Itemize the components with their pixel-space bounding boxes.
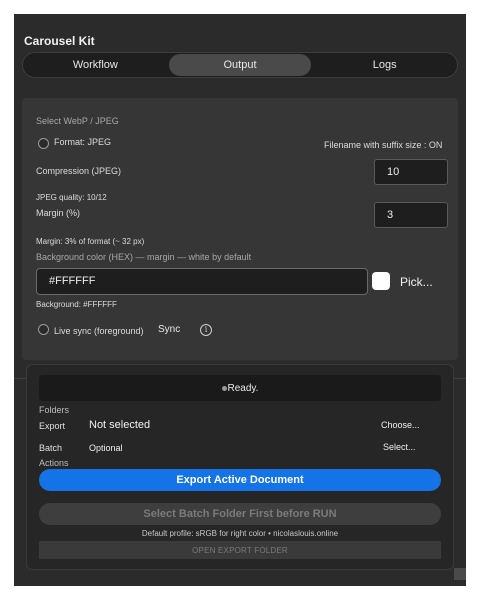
export-label: Export (39, 421, 66, 431)
plugin-window: Carousel Kit Workflow Output Logs Select… (14, 14, 466, 586)
format-radio[interactable] (38, 138, 49, 149)
pick-button[interactable]: Pick... (400, 275, 433, 289)
status-bar: Ready. (39, 375, 441, 401)
section-label: Select WebP / JPEG (36, 116, 119, 126)
sync-button[interactable]: Sync (158, 324, 180, 335)
live-sync-radio[interactable] (38, 324, 49, 335)
compression-input[interactable]: 10 (374, 159, 448, 185)
tab-workflow[interactable]: Workflow (24, 54, 167, 76)
choose-button[interactable]: Choose... (381, 420, 420, 430)
tab-logs[interactable]: Logs (313, 54, 456, 76)
folders-title: Folders (39, 405, 70, 415)
export-active-document-button[interactable]: Export Active Document (39, 469, 441, 491)
format-label: Format: JPEG (54, 137, 112, 147)
quality-text: JPEG quality: 10/12 (36, 193, 107, 202)
open-export-folder-button: OPEN EXPORT FOLDER (39, 541, 441, 559)
actions-panel: Ready. Folders Export Not selected Choos… (26, 364, 454, 570)
scrollbar-thumb[interactable] (454, 568, 466, 580)
compression-label: Compression (JPEG) (36, 166, 122, 176)
tab-bar: Workflow Output Logs (22, 52, 458, 78)
run-button: Select Batch Folder First before RUN (39, 503, 441, 525)
app-title: Carousel Kit (24, 34, 95, 48)
margin-text: Margin: 3% of format (~ 32 px) (36, 237, 145, 246)
status-text: Ready. (227, 382, 259, 394)
bg-color-input[interactable]: #FFFFFF (36, 268, 368, 295)
profile-text: Default profile: sRGB for right color • … (141, 529, 339, 538)
export-path: Not selected (89, 419, 151, 431)
color-swatch[interactable] (372, 272, 390, 290)
output-settings-panel: Select WebP / JPEG Format: JPEG Filename… (22, 98, 458, 360)
margin-label: Margin (%) (36, 208, 81, 218)
filename-suffix-label: Filename with suffix size : ON (324, 140, 443, 150)
background-text: Background: #FFFFFF (36, 300, 117, 309)
info-icon[interactable]: i (200, 324, 212, 336)
batch-label: Batch (39, 443, 63, 453)
select-button[interactable]: Select... (383, 442, 416, 452)
status-dot-icon (221, 385, 227, 391)
margin-input[interactable]: 3 (374, 202, 448, 228)
actions-title: Actions (39, 458, 69, 468)
tab-output[interactable]: Output (168, 54, 312, 76)
live-sync-label: Live sync (foreground) (54, 326, 144, 336)
bg-color-label: Background color (HEX) — margin — white … (36, 252, 252, 262)
batch-path: Optional (89, 443, 123, 453)
